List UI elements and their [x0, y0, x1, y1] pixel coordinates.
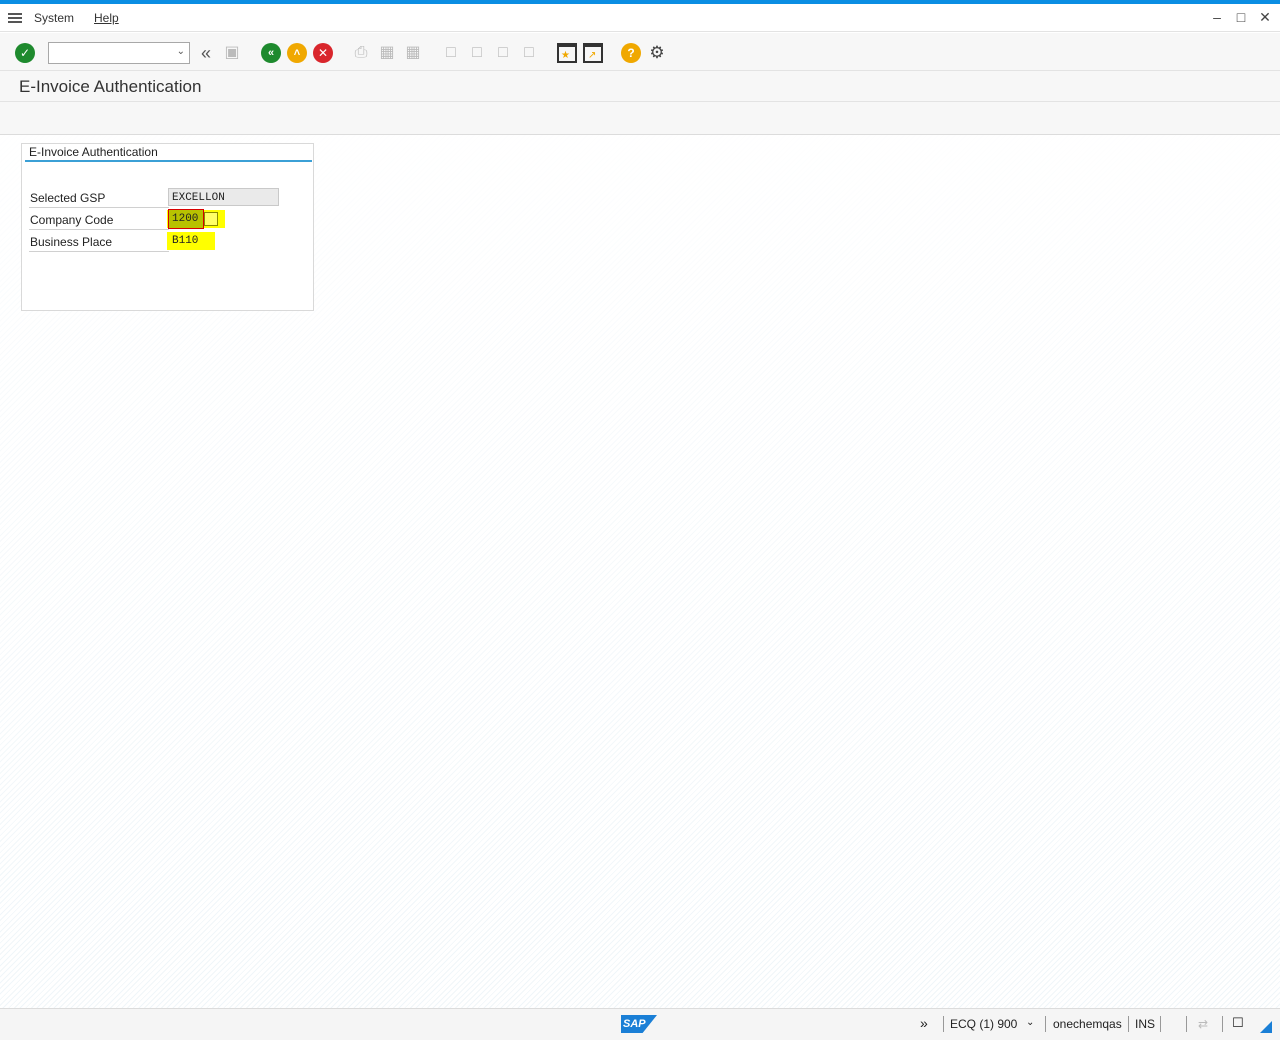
page-title: E-Invoice Authentication	[19, 77, 202, 96]
find-next-icon[interactable]: ▦	[403, 43, 423, 63]
last-page-icon[interactable]: □	[519, 43, 539, 63]
command-input[interactable]	[49, 43, 169, 63]
exit-icon[interactable]: ˄	[287, 43, 307, 63]
window-controls: – □ ✕	[1210, 8, 1272, 26]
status-bar: SAP » ECQ (1) 900 ⌄ onechemqas INS ⇄ ☐	[0, 1008, 1280, 1040]
find-icon[interactable]: ▦	[377, 43, 397, 63]
resize-grip-icon[interactable]	[1260, 1021, 1272, 1033]
row-selected-gsp: Selected GSP EXCELLON	[29, 188, 289, 208]
label-company-code: Company Code	[29, 210, 169, 230]
insert-mode: INS	[1135, 1017, 1156, 1031]
auth-group-box: E-Invoice Authentication Selected GSP EX…	[21, 143, 314, 311]
save-icon[interactable]: ▣	[222, 43, 242, 63]
chevron-down-icon[interactable]: ⌄	[177, 46, 185, 57]
standard-toolbar: ✓ ⌄ « ▣ « ˄ ✕ ⎙ ▦ ▦ □ □ □ □ ★ ↗ ? ⚙	[0, 33, 1280, 71]
value-help-icon[interactable]	[204, 212, 218, 226]
chevron-down-icon[interactable]: ⌄	[1026, 1017, 1034, 1028]
sap-logo: SAP	[621, 1015, 657, 1033]
company-code-input[interactable]: 1200	[168, 209, 204, 229]
group-title: E-Invoice Authentication	[25, 145, 312, 162]
menu-system[interactable]: System	[34, 11, 74, 25]
application-toolbar	[0, 102, 1280, 135]
menu-bar: System Help – □ ✕	[0, 4, 1280, 32]
shortcut-icon[interactable]: ↗	[583, 43, 603, 63]
close-icon[interactable]: ✕	[1258, 8, 1272, 26]
label-business-place: Business Place	[29, 232, 169, 252]
selected-gsp-field: EXCELLON	[168, 188, 279, 206]
transfer-icon: ⇄	[1198, 1017, 1209, 1031]
first-page-icon[interactable]: □	[441, 43, 461, 63]
title-bar: E-Invoice Authentication	[0, 71, 1280, 102]
prev-page-icon[interactable]: □	[467, 43, 487, 63]
server-name: onechemqas	[1053, 1017, 1122, 1031]
help-icon[interactable]: ?	[621, 43, 641, 63]
row-company-code: Company Code 1200	[29, 209, 289, 230]
label-selected-gsp: Selected GSP	[29, 188, 169, 208]
next-page-icon[interactable]: □	[493, 43, 513, 63]
command-field[interactable]: ⌄	[48, 42, 190, 64]
business-place-input[interactable]: B110	[169, 232, 203, 250]
system-info: ECQ (1) 900	[950, 1017, 1018, 1031]
row-business-place: Business Place B110	[29, 232, 289, 252]
back-double-icon[interactable]: «	[196, 43, 216, 63]
lock-icon[interactable]: ☐	[1232, 1015, 1244, 1031]
print-icon[interactable]: ⎙	[351, 43, 371, 63]
customize-icon[interactable]: ⚙	[647, 43, 667, 63]
cancel-icon[interactable]: ✕	[313, 43, 333, 63]
enter-icon[interactable]: ✓	[15, 43, 35, 63]
content-area: E-Invoice Authentication Selected GSP EX…	[0, 135, 1280, 1008]
expand-status-icon[interactable]: »	[920, 1015, 928, 1031]
minimize-icon[interactable]: –	[1210, 8, 1224, 26]
menu-help[interactable]: Help	[94, 11, 119, 25]
menu-icon[interactable]	[8, 12, 24, 24]
new-session-icon[interactable]: ★	[557, 43, 577, 63]
back-icon[interactable]: «	[261, 43, 281, 63]
maximize-icon[interactable]: □	[1234, 8, 1248, 26]
